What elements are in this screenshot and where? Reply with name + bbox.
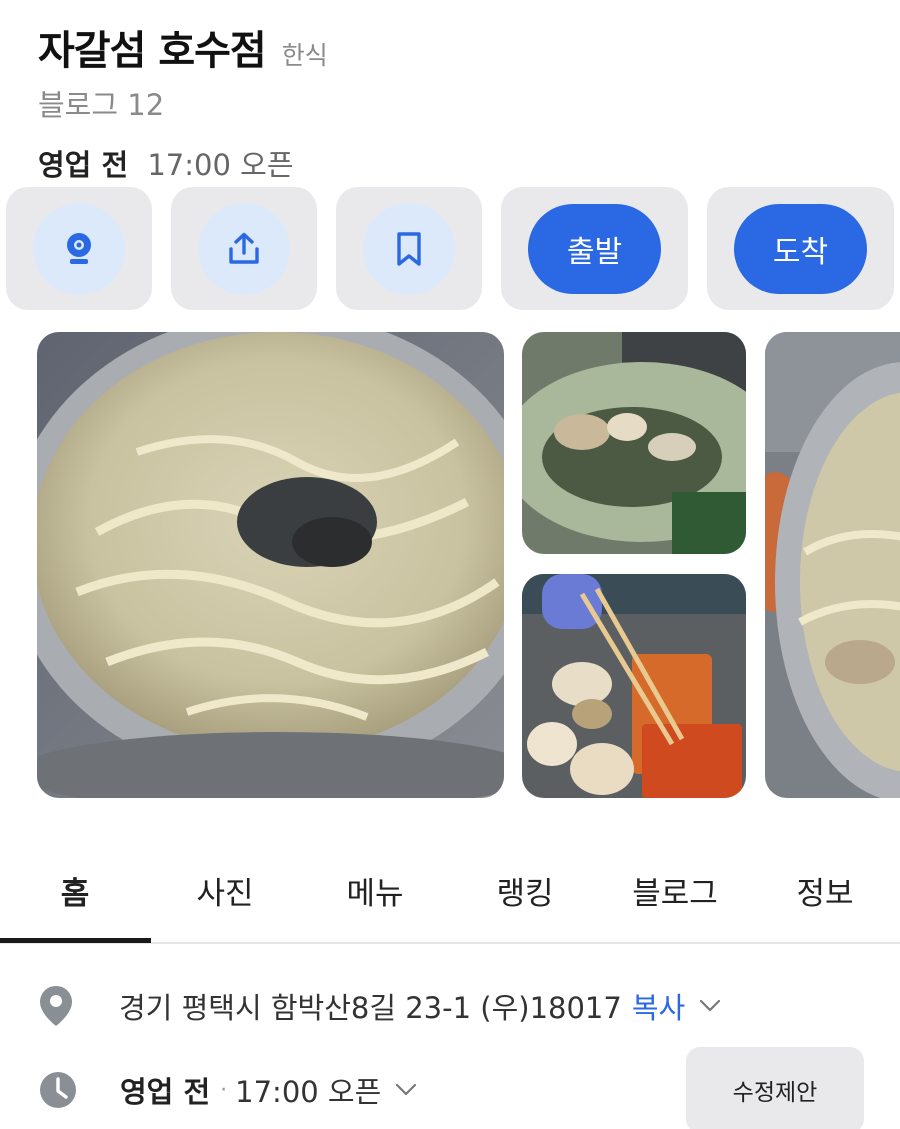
- blog-review-count[interactable]: 블로그 12: [38, 82, 878, 124]
- cctv-button[interactable]: [6, 187, 152, 310]
- share-icon: [229, 232, 259, 264]
- photo-shellfish[interactable]: [522, 332, 746, 554]
- status-label: 영업 전: [38, 148, 129, 182]
- title-row: 자갈섬 호수점 한식: [38, 18, 878, 74]
- bookmark-icon-circle: [363, 202, 455, 295]
- depart-card: 출발: [501, 187, 688, 310]
- active-tab-indicator: [0, 938, 151, 943]
- address-row: 경기 평택시 함박산8길 23-1 (우)18017 복사: [38, 983, 721, 1029]
- cctv-icon: [67, 232, 91, 264]
- photo-third[interactable]: [765, 332, 900, 798]
- business-status: 영업 전 17:00 오픈: [38, 142, 878, 184]
- share-button[interactable]: [171, 187, 317, 310]
- address-text: 경기 평택시 함박산8길 23-1 (우)18017: [119, 991, 622, 1025]
- tab-menu[interactable]: 메뉴: [300, 850, 450, 930]
- arrive-button[interactable]: 도착: [734, 203, 867, 294]
- tab-info[interactable]: 정보: [750, 850, 900, 930]
- cctv-icon-circle: [33, 202, 125, 295]
- photo-shellfish-image: [522, 332, 746, 554]
- bookmark-button[interactable]: [336, 187, 482, 310]
- hours-status: 영업 전: [120, 1075, 211, 1109]
- hours-separator: ·: [220, 1077, 228, 1103]
- photo-main-image: [37, 332, 504, 798]
- chevron-down-icon[interactable]: [699, 999, 721, 1013]
- hours-row: 영업 전 · 17:00 오픈: [38, 1067, 417, 1113]
- share-icon-circle: [198, 202, 290, 295]
- location-pin-icon: [40, 986, 72, 1026]
- arrive-card: 도착: [707, 187, 894, 310]
- tab-home[interactable]: 홈: [0, 850, 150, 930]
- chevron-down-icon[interactable]: [395, 1083, 417, 1097]
- tab-blog[interactable]: 블로그: [600, 850, 750, 930]
- clock-icon: [40, 1072, 76, 1108]
- tab-bar: 홈 사진 메뉴 랭킹 블로그 정보: [0, 850, 900, 944]
- tab-ranking[interactable]: 랭킹: [450, 850, 600, 930]
- photo-grill[interactable]: [522, 574, 746, 798]
- suggest-edit-button[interactable]: 수정제안: [686, 1047, 864, 1129]
- open-time: 17:00 오픈: [147, 148, 294, 182]
- hours-time: 17:00 오픈: [235, 1075, 382, 1109]
- photo-grill-image: [522, 574, 746, 798]
- photo-third-image: [765, 332, 900, 798]
- place-title: 자갈섬 호수점: [38, 28, 267, 74]
- place-header: 자갈섬 호수점 한식 블로그 12 영업 전 17:00 오픈: [38, 18, 878, 184]
- tab-photos[interactable]: 사진: [150, 850, 300, 930]
- place-category: 한식: [281, 41, 328, 70]
- copy-address-link[interactable]: 복사: [632, 985, 685, 1027]
- depart-button[interactable]: 출발: [528, 203, 661, 294]
- photo-main[interactable]: [37, 332, 504, 798]
- bookmark-icon: [397, 231, 421, 266]
